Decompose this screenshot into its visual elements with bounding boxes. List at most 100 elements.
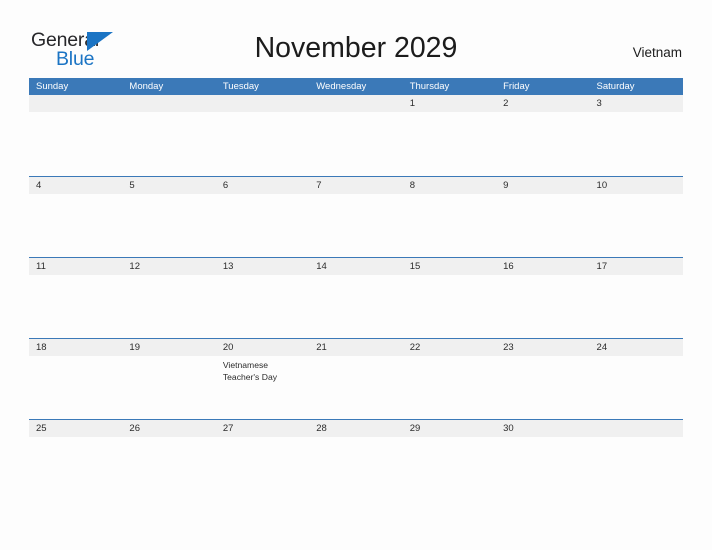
day-cell-empty	[496, 194, 589, 257]
day-number[interactable]: 18	[29, 339, 122, 356]
weekday-header-monday: Monday	[129, 81, 164, 92]
day-cell-empty	[29, 356, 122, 419]
day-number[interactable]: 30	[496, 420, 589, 437]
weekday-header-saturday: Saturday	[596, 81, 635, 92]
calendar-week-row: 11 12 13 14 15 16 17	[29, 257, 683, 338]
day-cell-empty	[122, 194, 215, 257]
day-number[interactable]: 22	[403, 339, 496, 356]
weekday-header-thursday: Thursday	[409, 81, 450, 92]
day-cell-empty	[496, 356, 589, 419]
day-cell-empty	[29, 275, 122, 338]
day-cell-empty	[216, 437, 309, 500]
day-number[interactable]: 7	[309, 177, 402, 194]
week-event-strip: Vietnamese Teacher's Day	[29, 356, 683, 419]
day-cell-empty	[496, 437, 589, 500]
day-number[interactable]: 15	[403, 258, 496, 275]
weekday-header-friday: Friday	[503, 81, 530, 92]
week-event-strip	[29, 112, 683, 175]
day-number[interactable]: 4	[29, 177, 122, 194]
day-cell-empty	[29, 112, 122, 175]
calendar-grid: Sunday Monday Tuesday Wednesday Thursday…	[29, 78, 683, 500]
day-cell-empty	[403, 437, 496, 500]
day-cell-empty	[496, 112, 589, 175]
week-date-strip: 18 19 20 21 22 23 24	[29, 339, 683, 356]
region-label: Vietnam	[632, 45, 682, 60]
weekday-header-sunday: Sunday	[36, 81, 69, 92]
day-number-empty	[309, 95, 402, 112]
day-cell-empty	[403, 356, 496, 419]
page-title: November 2029	[254, 32, 458, 64]
day-number[interactable]: 10	[590, 177, 683, 194]
day-number[interactable]: 5	[122, 177, 215, 194]
day-number[interactable]: 8	[403, 177, 496, 194]
day-number[interactable]: 25	[29, 420, 122, 437]
day-cell-empty	[122, 356, 215, 419]
day-number[interactable]: 20	[216, 339, 309, 356]
day-number[interactable]: 19	[122, 339, 215, 356]
day-cell-empty	[29, 194, 122, 257]
day-cell-empty	[590, 194, 683, 257]
day-cell-empty	[403, 194, 496, 257]
event-text-line: Teacher's Day	[222, 372, 278, 383]
day-cell-empty	[403, 112, 496, 175]
weekday-header-row: Sunday Monday Tuesday Wednesday Thursday…	[29, 78, 683, 95]
calendar-week-row: 4 5 6 7 8 9 10	[29, 176, 683, 257]
week-event-strip	[29, 194, 683, 257]
event-text-line: Vietnamese	[222, 360, 269, 370]
week-date-strip: 25 26 27 28 29 30	[29, 420, 683, 437]
day-cell-empty	[216, 112, 309, 175]
page-header: General Blue November 2029 Vietnam	[0, 0, 712, 78]
week-date-strip: 4 5 6 7 8 9 10	[29, 177, 683, 194]
day-number[interactable]: 14	[309, 258, 402, 275]
week-date-strip: 11 12 13 14 15 16 17	[29, 258, 683, 275]
day-cell-empty	[590, 275, 683, 338]
calendar-page: General Blue November 2029 Vietnam Sunda…	[0, 0, 712, 550]
day-cell-empty	[309, 194, 402, 257]
day-cell-empty	[496, 275, 589, 338]
day-cell-empty	[590, 437, 683, 500]
day-number[interactable]: 2	[496, 95, 589, 112]
day-cell-empty	[122, 437, 215, 500]
day-events[interactable]: Vietnamese Teacher's Day	[216, 356, 309, 419]
day-cell-empty	[309, 112, 402, 175]
day-number[interactable]: 27	[216, 420, 309, 437]
week-event-strip	[29, 275, 683, 338]
day-cell-empty	[309, 356, 402, 419]
day-number[interactable]: 11	[29, 258, 122, 275]
calendar-weeks: 1 2 3 4 5 6 7 8 9 10 11 12 13 14 15 16 17 18 19 20 21 22 23 24 V…	[29, 95, 683, 500]
week-date-strip: 123	[29, 95, 683, 112]
day-cell-empty	[590, 112, 683, 175]
day-number-empty	[122, 95, 215, 112]
day-cell-empty	[122, 112, 215, 175]
day-number[interactable]: 16	[496, 258, 589, 275]
day-cell-empty	[309, 437, 402, 500]
day-number[interactable]: 26	[122, 420, 215, 437]
weekday-header-wednesday: Wednesday	[316, 81, 367, 92]
day-number[interactable]: 28	[309, 420, 402, 437]
day-cell-empty	[309, 275, 402, 338]
day-cell-empty	[29, 437, 122, 500]
day-number[interactable]: 3	[590, 95, 683, 112]
week-event-strip	[29, 437, 683, 500]
day-number[interactable]: 21	[309, 339, 402, 356]
day-number[interactable]: 6	[216, 177, 309, 194]
day-cell-empty	[216, 275, 309, 338]
weekday-header-tuesday: Tuesday	[222, 81, 259, 92]
day-number[interactable]: 9	[496, 177, 589, 194]
day-number[interactable]: 29	[403, 420, 496, 437]
day-number-empty	[29, 95, 122, 112]
day-cell-empty	[216, 194, 309, 257]
day-number[interactable]: 1	[403, 95, 496, 112]
day-number[interactable]: 17	[590, 258, 683, 275]
calendar-week-row: 123	[29, 95, 683, 176]
day-number[interactable]: 12	[122, 258, 215, 275]
day-cell-empty	[122, 275, 215, 338]
day-number-empty	[590, 420, 683, 437]
day-number[interactable]: 24	[590, 339, 683, 356]
day-cell-empty	[590, 356, 683, 419]
day-number[interactable]: 23	[496, 339, 589, 356]
day-cell-empty	[403, 275, 496, 338]
calendar-week-row: 18 19 20 21 22 23 24 Vietnamese Teacher's Day	[29, 338, 683, 419]
day-number[interactable]: 13	[216, 258, 309, 275]
calendar-week-row: 25 26 27 28 29 30	[29, 419, 683, 500]
